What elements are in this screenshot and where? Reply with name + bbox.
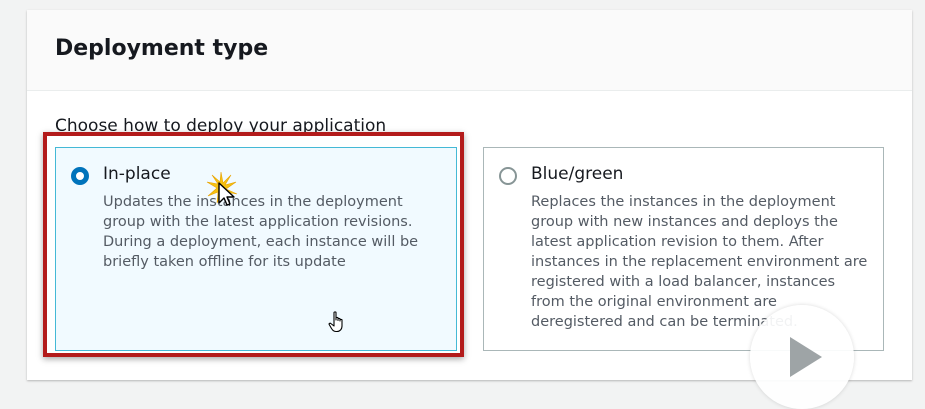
- deployment-instruction: Choose how to deploy your application: [55, 116, 387, 136]
- panel-title: Deployment type: [55, 36, 269, 61]
- radio-blue-green[interactable]: [499, 167, 517, 185]
- play-icon: [790, 337, 822, 377]
- option-description-in-place: Updates the instances in the deployment …: [103, 194, 419, 270]
- option-tile-in-place[interactable]: In-place Updates the instances in the de…: [55, 147, 457, 351]
- play-video-button[interactable]: [750, 305, 854, 409]
- option-label-blue-green: Blue/green: [531, 164, 624, 184]
- option-label-in-place: In-place: [103, 164, 171, 184]
- panel-header: Deployment type: [27, 10, 912, 91]
- radio-in-place[interactable]: [71, 167, 89, 185]
